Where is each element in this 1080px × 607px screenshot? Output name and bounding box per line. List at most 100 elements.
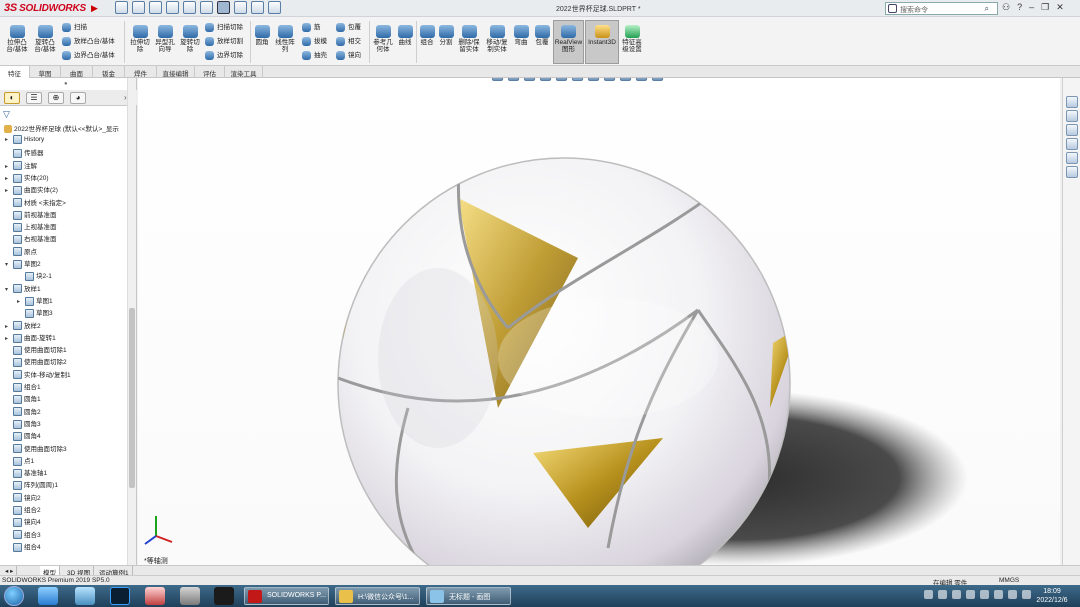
feature-tree-node[interactable]: ▸ 注解	[5, 160, 37, 172]
feature-tree-node[interactable]: 圆角4	[5, 430, 41, 442]
feature-tree-node[interactable]: ▸ History	[5, 135, 44, 147]
expand-toggle-icon[interactable]: ▸	[5, 163, 13, 170]
feature-tree-node[interactable]: 组合3	[5, 529, 41, 541]
extrude-boss-button[interactable]: 拉伸凸 台/基体	[4, 25, 30, 53]
home-icon[interactable]	[115, 1, 128, 14]
select-icon[interactable]	[217, 1, 230, 14]
part-root-node[interactable]: 2022世界杯足球 (默认<<默认>_显示	[4, 123, 134, 134]
feature-tree-node[interactable]: ▸ 曲面-旋转1	[5, 332, 56, 344]
realview-graphics-button[interactable]: RealView 图形	[553, 20, 584, 64]
tab-sketch[interactable]: 草图	[30, 66, 61, 78]
rebuild-icon[interactable]	[234, 1, 247, 14]
user-icon[interactable]: ⚇	[1002, 2, 1010, 13]
boundary-cut-button[interactable]: 边界切除	[205, 51, 243, 60]
feature-tree-node[interactable]: 圆角3	[5, 418, 41, 430]
new-document-icon[interactable]	[132, 1, 145, 14]
options-gear-icon[interactable]	[268, 1, 281, 14]
feature-tree-node[interactable]: 实体-移动/复制1	[5, 369, 71, 381]
custom-properties-icon[interactable]	[1066, 166, 1078, 178]
feature-tree-node[interactable]: 块2-1	[17, 270, 52, 282]
flex-button[interactable]: 弯曲	[512, 25, 530, 46]
feature-tree-node[interactable]: 圆角1	[5, 393, 41, 405]
close-view-icon[interactable]: ✕	[1042, 78, 1049, 80]
model-scene[interactable]	[138, 78, 1060, 565]
app-icon[interactable]	[214, 587, 234, 605]
tray-icon[interactable]	[966, 590, 975, 599]
tab-surfaces[interactable]: 曲面	[61, 66, 93, 78]
feature-tree-node[interactable]: 使用曲面切除3	[5, 443, 67, 455]
feature-tree-node[interactable]: 传感器	[5, 147, 44, 159]
intersect-button[interactable]: 相交	[336, 37, 361, 46]
feature-manager-tab-icon[interactable]: ◐	[4, 92, 20, 104]
tray-icon[interactable]	[938, 590, 947, 599]
fillet-button[interactable]: 圆角	[253, 25, 271, 46]
expand-toggle-icon[interactable]: ▸	[5, 136, 13, 143]
menu-expand-icon[interactable]: ▶	[91, 3, 98, 14]
app-icon[interactable]	[145, 587, 165, 605]
file-explorer-icon[interactable]	[1066, 124, 1078, 136]
feature-tree-node[interactable]: 使用曲面切除1	[5, 344, 67, 356]
gold-panel[interactable]	[698, 118, 788, 228]
boundary-boss-button[interactable]: 边界凸台/基体	[62, 51, 115, 60]
graphics-area[interactable]: *等轴测 ▫ ▫ ❐ ✕	[138, 78, 1060, 565]
scrollbar-thumb[interactable]	[129, 308, 135, 488]
loft-button[interactable]: 放样凸台/基体	[62, 37, 115, 46]
feature-tree-node[interactable]: 上视基准面	[5, 221, 57, 233]
swept-cut-button[interactable]: 扫描切除	[205, 23, 243, 32]
help-button[interactable]: ?	[1017, 2, 1022, 13]
feature-tree-scrollbar[interactable]	[127, 78, 136, 565]
tab-direct-editing[interactable]: 直接编辑	[157, 66, 195, 78]
feature-tree-node[interactable]: 草图3	[17, 307, 53, 319]
feature-tree-node[interactable]: 组合1	[5, 381, 41, 393]
start-button[interactable]	[4, 586, 24, 606]
curves-button[interactable]: 曲线	[396, 25, 414, 46]
volume-icon[interactable]	[1008, 590, 1017, 599]
network-icon[interactable]	[994, 590, 1003, 599]
tray-icon[interactable]	[952, 590, 961, 599]
property-manager-tab-icon[interactable]: ☰	[26, 92, 42, 104]
browser-icon[interactable]	[38, 587, 58, 605]
taskbar-window-explorer[interactable]: H:\微信公众号\1...	[335, 587, 420, 605]
feature-tree-node[interactable]: ▸ 曲面实体(2)	[5, 184, 58, 196]
minimize-view-icon[interactable]: ▫	[1002, 78, 1005, 80]
feature-tree-node[interactable]: 圆角2	[5, 406, 41, 418]
taskbar-window-paint[interactable]: 无标题 - 画图	[426, 587, 511, 605]
revolve-cut-button[interactable]: 旋转切 除	[178, 25, 202, 53]
wrap-feature-button[interactable]: 包覆	[533, 25, 551, 46]
taskbar-window-solidworks[interactable]: SOLIDWORKS P...	[244, 587, 329, 605]
design-library-icon[interactable]	[1066, 110, 1078, 122]
filter-icon[interactable]: ▽	[3, 109, 10, 120]
wrap-button[interactable]: 包覆	[336, 23, 361, 32]
solidworks-resources-icon[interactable]	[1066, 96, 1078, 108]
rib-button[interactable]: 筋	[302, 23, 321, 32]
split-button[interactable]: 分割	[437, 25, 455, 46]
print-icon[interactable]	[183, 1, 196, 14]
tab-evaluate[interactable]: 评估	[195, 66, 225, 78]
open-icon[interactable]	[149, 1, 162, 14]
feature-tree-node[interactable]: ▾ 草图2	[5, 258, 41, 270]
feature-tree-node[interactable]: 镜向2	[5, 492, 41, 504]
hole-wizard-button[interactable]: 异型孔 向导	[153, 25, 177, 53]
save-icon[interactable]	[166, 1, 179, 14]
feature-tree-node[interactable]: ▸ 放样2	[5, 320, 41, 332]
lofted-cut-button[interactable]: 放样切割	[205, 37, 243, 46]
view-palette-icon[interactable]	[1066, 138, 1078, 150]
display-manager-tab-icon[interactable]: ◕	[70, 92, 86, 104]
feature-tree-node[interactable]: ▸ 草图1	[17, 295, 53, 307]
move-copy-body-button[interactable]: 移动/复 制实体	[485, 25, 509, 53]
appearances-icon[interactable]	[1066, 152, 1078, 164]
tab-features[interactable]: 特征	[0, 66, 30, 78]
search-commands-input[interactable]: 搜索命令 ⌕	[885, 2, 998, 15]
reference-geometry-button[interactable]: 参考几 何体	[372, 25, 394, 53]
feature-tree-node[interactable]: 基准轴1	[5, 467, 47, 479]
expand-toggle-icon[interactable]: ▸	[5, 335, 13, 342]
solidworks-logo[interactable]: 3S SOLIDWORKS	[4, 2, 86, 14]
shell-button[interactable]: 抽壳	[302, 51, 327, 60]
feature-tree-node[interactable]: 右视基准面	[5, 233, 57, 245]
file-properties-icon[interactable]	[251, 1, 264, 14]
instant3d-button[interactable]: Instant3D	[585, 20, 619, 64]
tab-render-tools[interactable]: 渲染工具	[225, 66, 263, 78]
combine-button[interactable]: 组合	[418, 25, 436, 46]
feature-tree-node[interactable]: 前视基准面	[5, 209, 57, 221]
tile-view-icon[interactable]: ▫	[1014, 78, 1017, 80]
